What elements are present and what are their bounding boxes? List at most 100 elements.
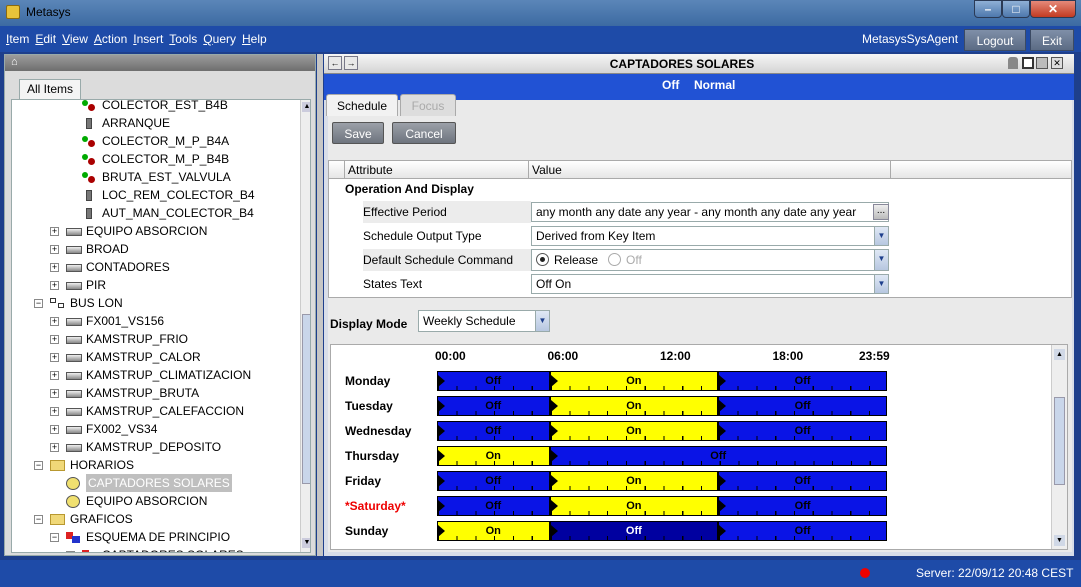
chevron-down-icon[interactable]: ▼	[874, 227, 888, 245]
tree-item[interactable]: EQUIPO ABSORCION	[86, 492, 207, 510]
schedule-segment[interactable]: On	[549, 471, 719, 491]
effective-period-value[interactable]: any month any date any year - any month …	[531, 202, 889, 222]
tree-item[interactable]: KAMSTRUP_FRIO	[86, 330, 188, 348]
home-icon[interactable]: ⌂	[11, 56, 18, 68]
schedule-segment[interactable]: Off	[437, 496, 550, 516]
tree-item[interactable]: CONTADORES	[86, 258, 170, 276]
chevron-down-icon[interactable]: ▼	[874, 275, 888, 293]
tree-item[interactable]: KAMSTRUP_CALOR	[86, 348, 201, 366]
schedule-segment[interactable]: Off	[437, 396, 550, 416]
tree-item[interactable]: BRUTA_EST_VALVULA	[102, 168, 231, 186]
lock-icon[interactable]	[1008, 57, 1018, 69]
schedule-segment[interactable]: Off	[718, 521, 887, 541]
transition-marker-icon[interactable]	[438, 375, 445, 387]
scroll-thumb[interactable]	[1054, 397, 1065, 485]
alarm-indicator-icon[interactable]	[860, 568, 870, 578]
transition-marker-icon[interactable]	[438, 500, 445, 512]
transition-marker-icon[interactable]	[438, 400, 445, 412]
exit-button[interactable]: Exit	[1030, 29, 1074, 51]
minimize-button[interactable]: –	[974, 0, 1002, 18]
tree-expander[interactable]: +	[50, 389, 59, 398]
maximize-button[interactable]: □	[1002, 0, 1030, 18]
transition-marker-icon[interactable]	[719, 425, 727, 437]
splitter[interactable]	[317, 54, 323, 556]
schedule-segment[interactable]: On	[549, 396, 719, 416]
schedule-segment[interactable]: On	[437, 521, 550, 541]
tree-item[interactable]: FX001_VS156	[86, 312, 164, 330]
transition-marker-icon[interactable]	[438, 525, 445, 537]
tree-item[interactable]: ARRANQUE	[102, 114, 170, 132]
schedule-segment[interactable]: Off	[437, 371, 550, 391]
menu-query[interactable]: Query	[203, 26, 236, 52]
schedule-segment[interactable]: Off	[718, 471, 887, 491]
tree-expander[interactable]: −	[50, 533, 59, 542]
scroll-down-icon[interactable]: ▼	[302, 538, 310, 548]
ellipsis-button[interactable]: ...	[873, 204, 889, 220]
transition-marker-icon[interactable]	[438, 475, 445, 487]
tree-expander[interactable]: +	[50, 281, 59, 290]
transition-marker-icon[interactable]	[719, 525, 727, 537]
schedule-segment[interactable]: On	[549, 496, 719, 516]
transition-marker-icon[interactable]	[438, 425, 445, 437]
cancel-button[interactable]: Cancel	[392, 122, 456, 144]
tree-expander[interactable]: +	[50, 317, 59, 326]
tree-expander[interactable]: +	[66, 551, 75, 552]
transition-marker-icon[interactable]	[719, 500, 727, 512]
tree-expander[interactable]: +	[50, 443, 59, 452]
transition-marker-icon[interactable]	[550, 450, 558, 462]
menu-action[interactable]: Action	[94, 26, 127, 52]
tree-expander[interactable]: +	[50, 263, 59, 272]
schedule-segment[interactable]: On	[549, 371, 719, 391]
tree-item[interactable]: EQUIPO ABSORCION	[86, 222, 207, 240]
schedule-segment[interactable]: Off	[718, 371, 887, 391]
menu-item[interactable]: Item	[6, 26, 29, 52]
save-button[interactable]: Save	[332, 122, 384, 144]
tree-item[interactable]: AUT_MAN_COLECTOR_B4	[102, 204, 254, 222]
tree-item[interactable]: COLECTOR_M_P_B4B	[102, 150, 229, 168]
tree-item[interactable]: KAMSTRUP_BRUTA	[86, 384, 199, 402]
schedule-scrollbar[interactable]: ▲ ▼	[1051, 345, 1067, 549]
display-mode-select[interactable]: Weekly Schedule ▼	[418, 310, 550, 332]
transition-marker-icon[interactable]	[550, 475, 558, 487]
tree-item[interactable]: KAMSTRUP_CALEFACCION	[86, 402, 244, 420]
tree-expander[interactable]: +	[50, 407, 59, 416]
schedule-output-type-select[interactable]: Derived from Key Item ▼	[531, 226, 889, 246]
schedule-segment[interactable]: Off	[718, 496, 887, 516]
release-radio[interactable]	[536, 253, 549, 266]
tree-expander[interactable]: +	[50, 371, 59, 380]
tree-item[interactable]: KAMSTRUP_DEPOSITO	[86, 438, 221, 456]
tree-item[interactable]: CAPTADORES SOLARES	[102, 546, 244, 552]
off-radio[interactable]	[608, 253, 621, 266]
tree-item[interactable]: FX002_VS34	[86, 420, 157, 438]
states-text-select[interactable]: Off On ▼	[531, 274, 889, 294]
tree-expander[interactable]: −	[34, 461, 43, 470]
tab-all-items[interactable]: All Items	[19, 79, 81, 99]
tree-item[interactable]: GRAFICOS	[70, 510, 133, 528]
tab-schedule[interactable]: Schedule	[326, 94, 398, 116]
tree-item[interactable]: BROAD	[86, 240, 129, 258]
transition-marker-icon[interactable]	[550, 400, 558, 412]
transition-marker-icon[interactable]	[550, 500, 558, 512]
schedule-segment[interactable]: Off	[718, 396, 887, 416]
tree-item[interactable]: ESQUEMA DE PRINCIPIO	[86, 528, 230, 546]
tab-focus[interactable]: Focus	[400, 94, 456, 116]
restore-icon[interactable]	[1022, 57, 1034, 69]
chevron-down-icon[interactable]: ▼	[535, 311, 549, 331]
menu-help[interactable]: Help	[242, 26, 267, 52]
scroll-down-icon[interactable]: ▼	[1054, 535, 1065, 546]
transition-marker-icon[interactable]	[719, 400, 727, 412]
tree-expander[interactable]: +	[50, 425, 59, 434]
menu-edit[interactable]: Edit	[35, 26, 56, 52]
close-button[interactable]: ✕	[1030, 0, 1076, 18]
window-icon[interactable]	[1036, 57, 1048, 69]
tree-item[interactable]: CAPTADORES SOLARES	[86, 474, 232, 492]
tree-item[interactable]: COLECTOR_M_P_B4A	[102, 132, 229, 150]
schedule-segment[interactable]: Off	[718, 421, 887, 441]
tree-expander[interactable]: +	[50, 227, 59, 236]
schedule-segment[interactable]: Off	[437, 421, 550, 441]
scroll-up-icon[interactable]: ▲	[302, 102, 310, 112]
menu-tools[interactable]: Tools	[169, 26, 197, 52]
transition-marker-icon[interactable]	[550, 525, 558, 537]
close-panel-icon[interactable]: ✕	[1051, 57, 1063, 69]
tree-expander[interactable]: −	[34, 299, 43, 308]
